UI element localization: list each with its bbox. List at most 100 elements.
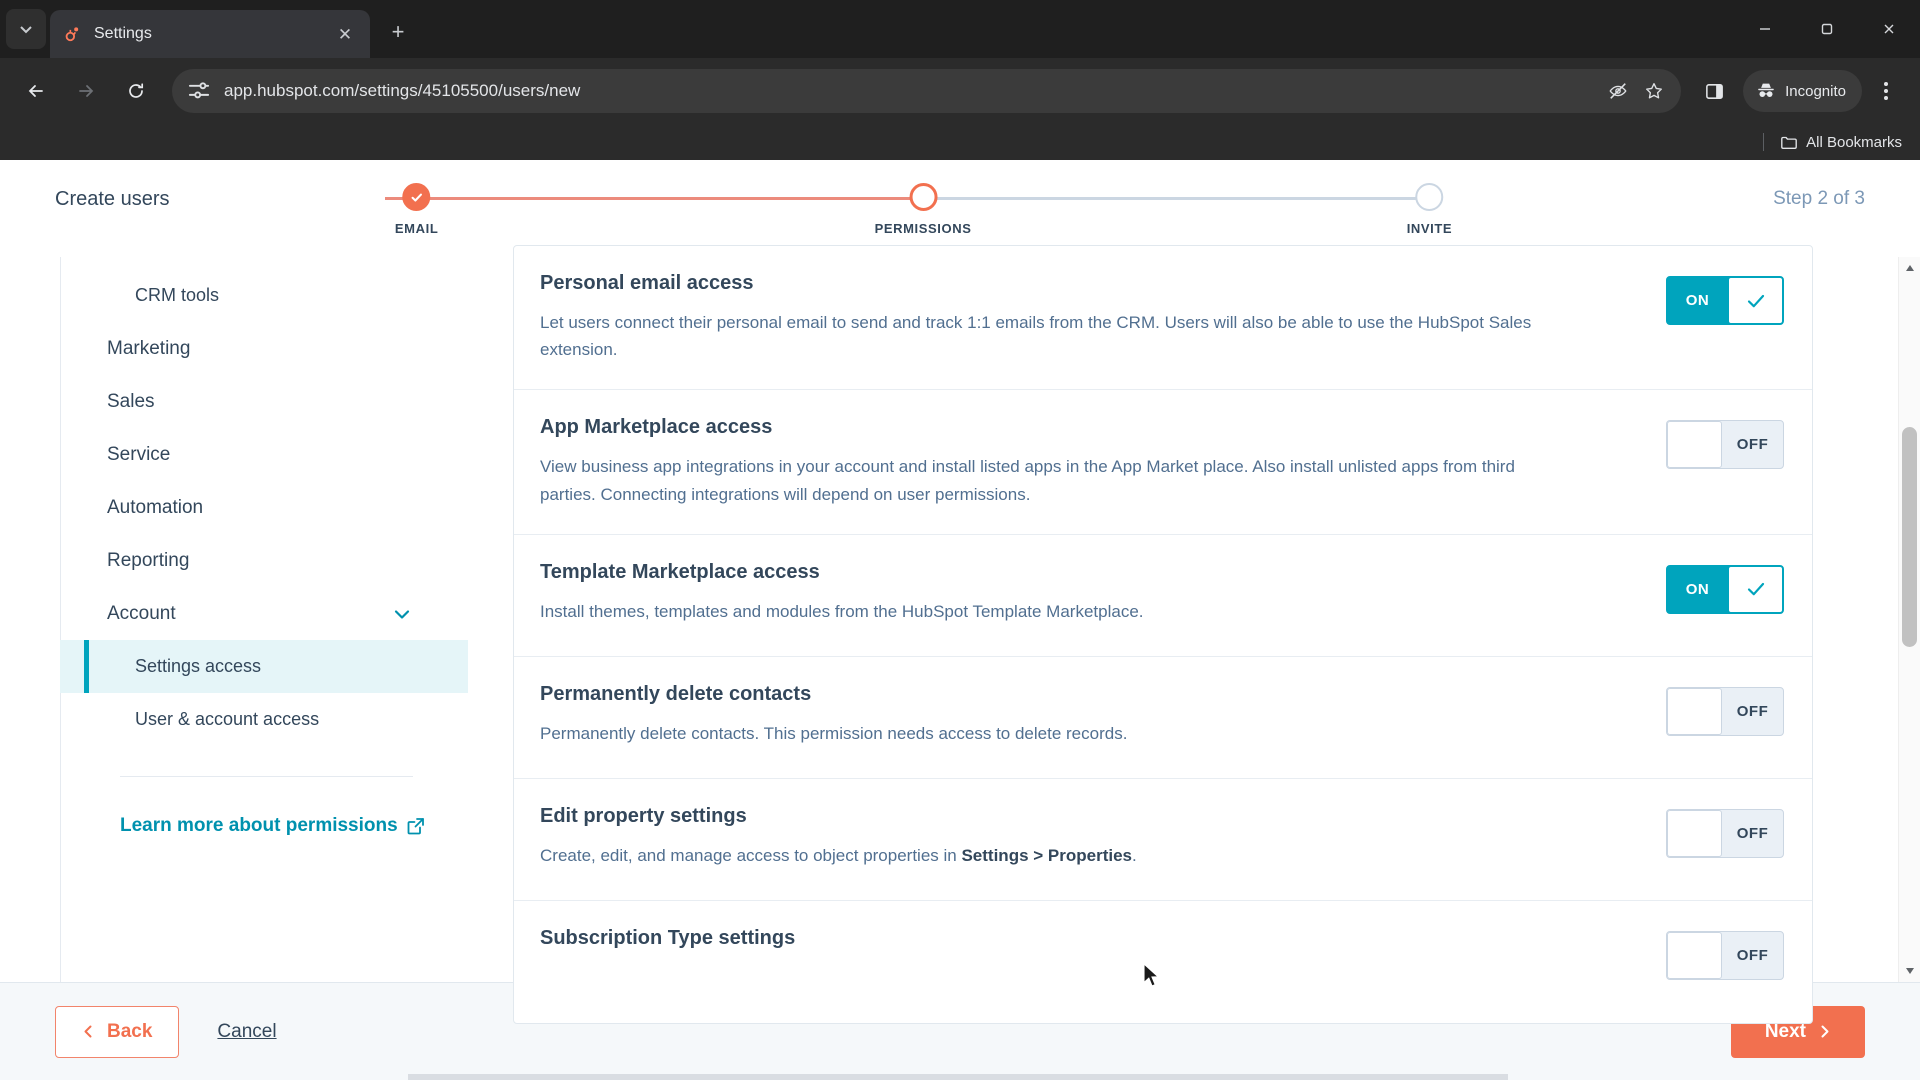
bookmark-separator [1763,133,1765,151]
permission-row: Permanently delete contacts Permanently … [514,657,1812,779]
chevron-up-icon [1905,265,1914,271]
permission-row: Template Marketplace access Install them… [514,535,1812,657]
address-bar[interactable]: app.hubspot.com/settings/45105500/users/… [172,69,1682,113]
toggle-knob [1667,421,1722,469]
permission-title: App Marketplace access [540,416,773,439]
stepper-track-filled [385,197,924,200]
toggle-app-marketplace-access[interactable]: OFF [1666,420,1784,470]
all-bookmarks-button[interactable]: All Bookmarks [1780,133,1902,151]
menu-dot [1884,82,1888,86]
taskbar-strip [408,1074,1508,1080]
hubspot-page: Create users EMAIL PERMISSIONS INVITE St… [0,160,1920,1080]
step-invite-label: INVITE [1406,221,1453,236]
step-email-circle [402,183,431,211]
toggle-knob [1667,687,1722,735]
toolbar-right-actions: Incognito [1691,70,1906,112]
all-bookmarks-label: All Bookmarks [1806,133,1902,151]
forward-button[interactable] [64,69,108,113]
menu-dot [1884,96,1888,100]
browser-tab[interactable]: Settings ✕ [50,10,370,58]
back-button[interactable]: Back [55,1005,180,1058]
settings-sidebar: CRM tools Marketing Sales Service Automa… [0,257,468,982]
close-window-button[interactable] [1858,0,1920,58]
permission-text: Subscription Type settings [540,927,1666,964]
tab-title: Settings [94,25,152,42]
permission-title: Template Marketplace access [540,560,820,583]
toggle-knob [1667,931,1722,979]
toggle-personal-email-access[interactable]: ON [1666,276,1784,325]
step-permissions[interactable]: PERMISSIONS [875,183,972,236]
sidebar-item-label: CRM tools [135,285,220,305]
site-settings-icon[interactable] [186,78,212,104]
menu-dot [1884,89,1888,93]
permission-text: Permanently delete contacts Permanently … [540,683,1666,747]
toggle-state-label: OFF [1736,946,1769,964]
side-panel-icon [1705,83,1723,99]
tab-close-icon[interactable]: ✕ [332,21,358,47]
scrollbar-thumb[interactable] [1902,427,1917,647]
back-button[interactable] [14,69,58,113]
tab-search-button[interactable] [6,9,46,49]
learn-more-permissions-link[interactable]: Learn more about permissions [120,815,468,837]
step-counter: Step 2 of 3 [1773,188,1865,209]
step-email[interactable]: EMAIL [395,183,438,236]
scroll-up-button[interactable] [1899,257,1920,279]
permission-row: Personal email access Let users connect … [514,246,1812,391]
tab-strip: Settings ✕ + [0,0,1920,58]
sidebar-item-sales[interactable]: Sales [60,375,468,428]
maximize-button[interactable] [1796,0,1858,58]
permissions-card: Personal email access Let users connect … [513,245,1813,1024]
permission-description: Let users connect their personal email t… [540,313,1532,360]
permission-text: Template Marketplace access Install them… [540,561,1666,625]
toggle-subscription-type-settings[interactable]: OFF [1666,930,1784,980]
sidebar-item-label: Settings access [135,656,262,676]
permission-description: Permanently delete contacts. This permis… [540,723,1128,743]
toggle-state-label: OFF [1736,824,1769,842]
sidebar-item-automation[interactable]: Automation [60,481,468,534]
incognito-indicator[interactable]: Incognito [1743,70,1862,112]
chevron-right-icon [1821,1025,1829,1038]
wizard-header: Create users EMAIL PERMISSIONS INVITE St… [0,160,1920,257]
scroll-down-button[interactable] [1899,960,1920,982]
browser-window: Settings ✕ + app.hubspot.com/settings/45… [0,0,1920,1080]
toggle-template-marketplace-access[interactable]: ON [1666,564,1784,614]
bookmark-button[interactable] [1637,74,1671,108]
cancel-link[interactable]: Cancel [217,1021,276,1043]
page-body: CRM tools Marketing Sales Service Automa… [0,245,1920,1024]
chevron-down-icon [1905,968,1914,974]
sidebar-item-account[interactable]: Account [60,587,468,640]
page-title: Create users [55,188,170,210]
toggle-state-label: ON [1685,292,1710,309]
step-invite[interactable]: INVITE [1407,183,1453,236]
folder-icon [1781,136,1798,149]
sidebar-item-reporting[interactable]: Reporting [60,534,468,587]
permissions-content: Personal email access Let users connect … [468,245,1920,1024]
maximize-icon [1821,23,1833,35]
next-button-label: Next [1764,1020,1806,1042]
toggle-state-label: ON [1685,580,1710,598]
permission-title: Edit property settings [540,804,747,827]
step-invite-circle [1415,183,1444,211]
toggle-state-label: OFF [1736,436,1769,454]
sidebar-item-settings-access[interactable]: Settings access [60,640,468,693]
sidebar-item-marketing[interactable]: Marketing [60,322,468,375]
sidebar-item-crm-tools[interactable]: CRM tools [60,269,468,322]
sidebar-item-label: Service [107,443,171,465]
step-permissions-label: PERMISSIONS [874,221,972,236]
toggle-permanently-delete-contacts[interactable]: OFF [1666,686,1784,736]
chevron-down-icon [20,26,32,34]
star-icon [1646,83,1663,99]
window-controls [1734,0,1920,58]
toggle-edit-property-settings[interactable]: OFF [1666,808,1784,858]
reload-button[interactable] [114,69,158,113]
minimize-button[interactable] [1734,0,1796,58]
permission-description: View business app integrations in your a… [540,457,1515,504]
chevron-down-icon[interactable] [391,603,413,625]
new-tab-button[interactable]: + [380,14,416,50]
sidebar-item-service[interactable]: Service [60,428,468,481]
tracking-protection-button[interactable] [1601,74,1635,108]
sidebar-item-user-account-access[interactable]: User & account access [60,693,468,746]
browser-menu-button[interactable] [1866,70,1906,112]
side-panel-button[interactable] [1693,70,1735,112]
content-scrollbar[interactable] [1898,257,1920,982]
